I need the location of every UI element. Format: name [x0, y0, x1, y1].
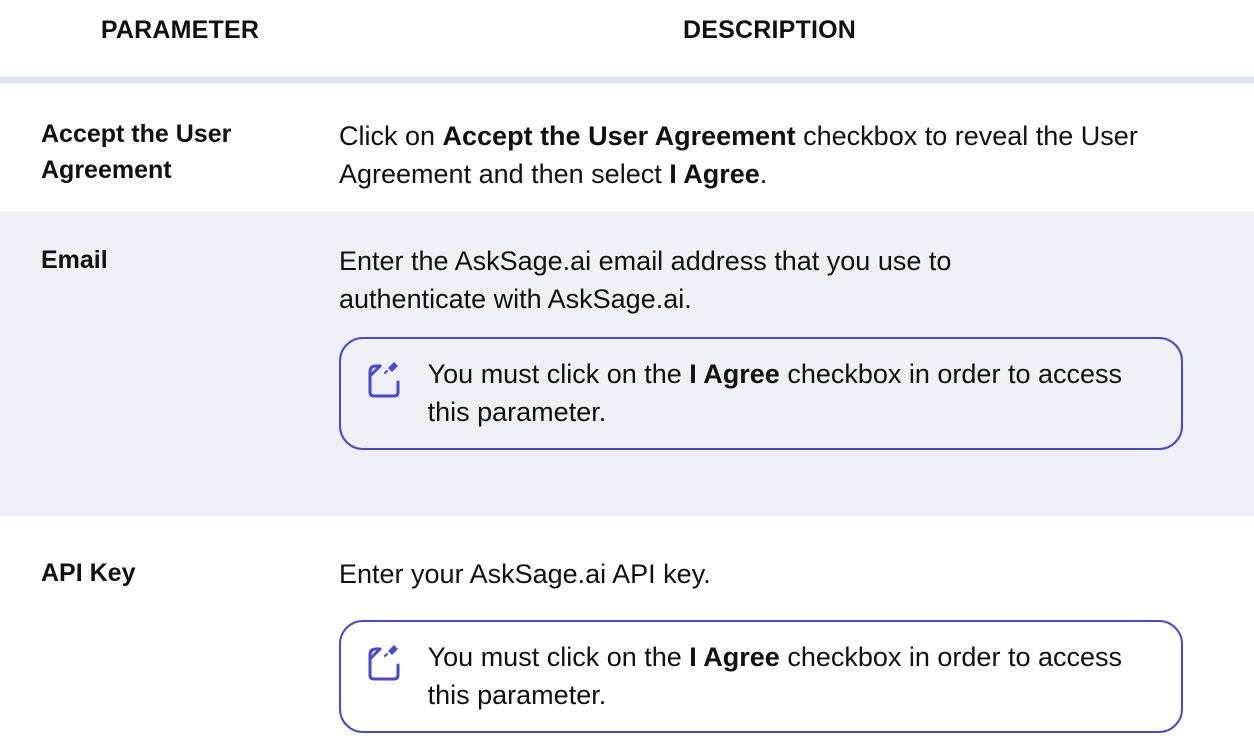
note-text: You must click on the I Agree checkbox i… — [427, 359, 1122, 427]
emphasis: I Agree — [689, 642, 780, 672]
note-text: You must click on the I Agree checkbox i… — [427, 642, 1122, 710]
note-icon — [341, 355, 428, 431]
param-name: Email — [41, 246, 108, 274]
table-row: API Key Enter your AskSage.ai API key. Y… — [0, 516, 1254, 736]
emphasis: I Agree — [669, 159, 760, 189]
header-description: DESCRIPTION — [682, 16, 857, 44]
table-row: Email Enter the AskSage.ai email address… — [0, 211, 1254, 516]
table-row: Accept the User Agreement Click on Accep… — [0, 83, 1254, 211]
param-name: Accept the User Agreement — [41, 120, 232, 184]
table-header: PARAMETER DESCRIPTION — [0, 0, 1254, 72]
note-icon — [341, 638, 428, 714]
emphasis: Accept the User Agreement — [442, 121, 796, 151]
param-description: Click on Accept the User Agreement check… — [339, 121, 1138, 189]
param-name: API Key — [41, 559, 136, 587]
note-box: You must click on the I Agree checkbox i… — [339, 337, 1183, 450]
note-box: You must click on the I Agree checkbox i… — [339, 620, 1183, 733]
param-description: Enter your AskSage.ai API key. You must … — [339, 555, 1254, 736]
header-parameter: PARAMETER — [100, 16, 260, 44]
param-description: Enter the AskSage.ai email address that … — [339, 242, 1254, 516]
emphasis: I Agree — [689, 359, 780, 389]
parameter-table: PARAMETER DESCRIPTION Accept the User Ag… — [0, 0, 1254, 736]
